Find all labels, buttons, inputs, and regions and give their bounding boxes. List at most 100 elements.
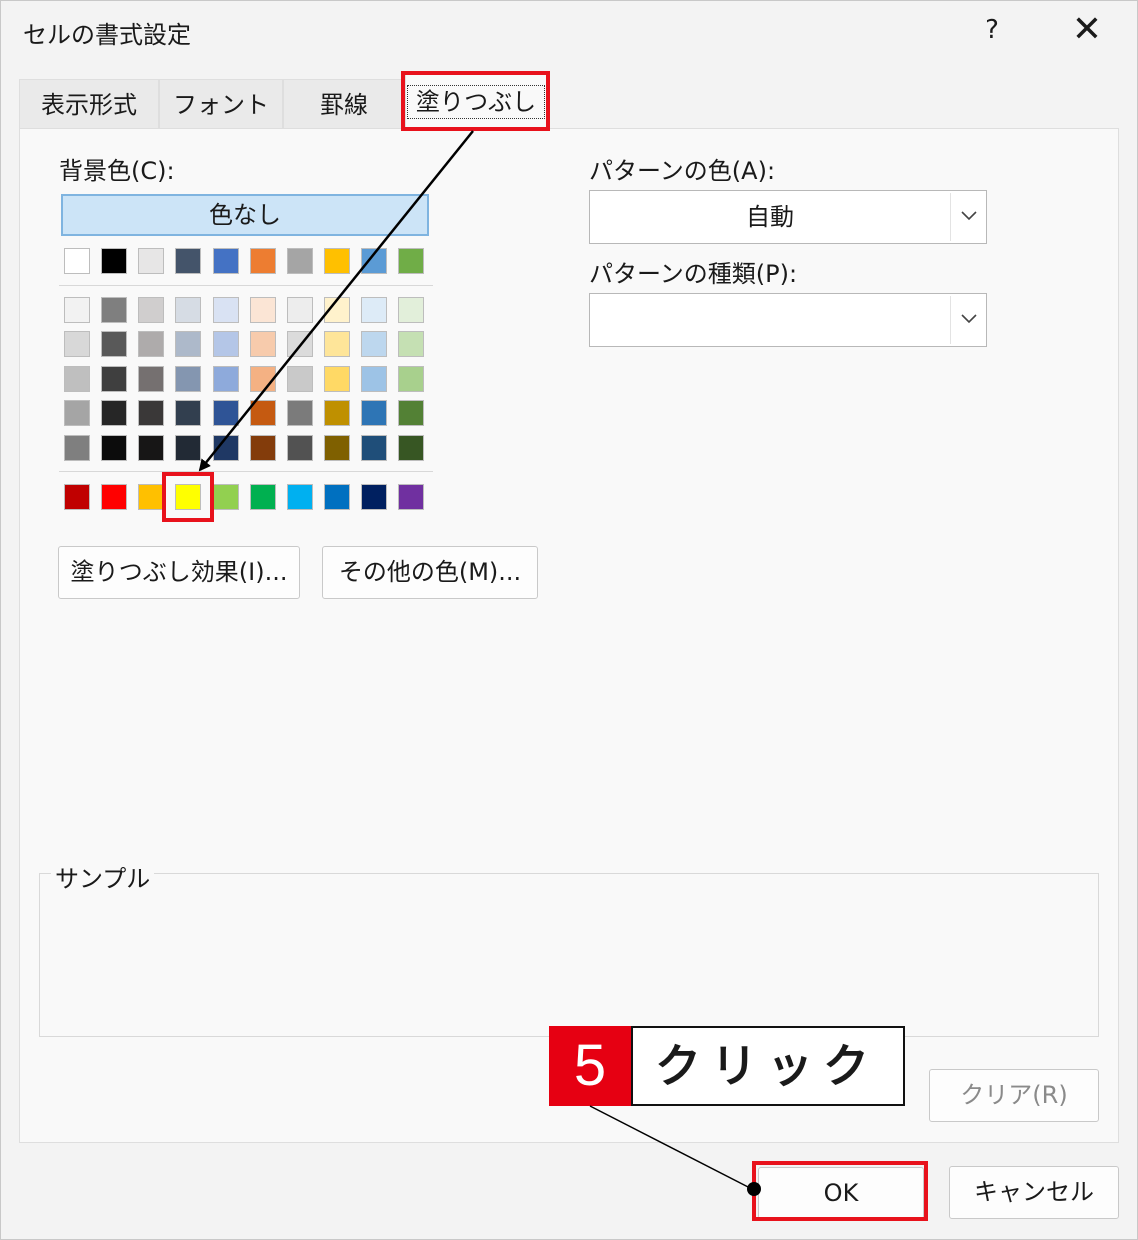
fill-effects-button[interactable]: 塗りつぶし効果(I)...	[58, 546, 300, 599]
fill-tab-highlight	[401, 71, 550, 131]
pattern-style-label: パターンの種類(P):	[589, 260, 798, 288]
theme-tint-swatch[interactable]	[361, 400, 387, 426]
theme-tint-swatch[interactable]	[287, 366, 313, 392]
yellow-swatch-highlight	[162, 472, 214, 522]
theme-tint-swatch[interactable]	[324, 435, 350, 461]
close-button[interactable]: ✕	[1065, 9, 1109, 51]
theme-tint-swatch[interactable]	[64, 400, 90, 426]
help-button[interactable]: ?	[975, 11, 1009, 49]
theme-color-swatch[interactable]	[250, 248, 276, 274]
pattern-color-value: 自動	[746, 203, 794, 231]
theme-tint-swatch[interactable]	[361, 435, 387, 461]
theme-color-swatch[interactable]	[138, 248, 164, 274]
theme-tint-swatch[interactable]	[175, 331, 201, 357]
standard-color-swatch[interactable]	[361, 484, 387, 510]
more-colors-button[interactable]: その他の色(M)...	[322, 546, 538, 599]
theme-tint-swatch[interactable]	[398, 366, 424, 392]
theme-tint-swatch[interactable]	[361, 331, 387, 357]
theme-color-swatch[interactable]	[361, 248, 387, 274]
theme-tint-swatch[interactable]	[213, 366, 239, 392]
theme-tint-swatch[interactable]	[175, 400, 201, 426]
theme-tint-swatch[interactable]	[64, 297, 90, 323]
theme-tint-swatch[interactable]	[101, 297, 127, 323]
theme-color-swatch[interactable]	[64, 248, 90, 274]
theme-tint-swatch[interactable]	[324, 297, 350, 323]
theme-tint-swatch[interactable]	[250, 297, 276, 323]
ok-button-highlight	[752, 1161, 928, 1221]
theme-tint-swatch[interactable]	[398, 331, 424, 357]
pattern-color-dropdown[interactable]: 自動	[589, 190, 987, 244]
dialog-title: セルの書式設定	[23, 21, 191, 49]
theme-tint-swatch[interactable]	[287, 435, 313, 461]
theme-tint-swatch[interactable]	[250, 366, 276, 392]
theme-tint-swatch[interactable]	[101, 435, 127, 461]
sample-preview	[39, 873, 1099, 1037]
standard-color-swatch[interactable]	[324, 484, 350, 510]
pattern-style-value	[590, 294, 950, 346]
tab-border[interactable]: 罫線	[283, 79, 405, 129]
theme-tint-swatch[interactable]	[287, 297, 313, 323]
theme-tint-swatch[interactable]	[398, 435, 424, 461]
theme-color-swatch[interactable]	[324, 248, 350, 274]
pattern-color-label: パターンの色(A):	[589, 157, 776, 185]
theme-tint-swatch[interactable]	[398, 400, 424, 426]
theme-tint-swatch[interactable]	[213, 331, 239, 357]
standard-color-swatch[interactable]	[138, 484, 164, 510]
theme-tint-swatch[interactable]	[361, 366, 387, 392]
pattern-style-dropdown[interactable]	[589, 293, 987, 347]
theme-tint-swatch[interactable]	[138, 297, 164, 323]
theme-tint-swatch[interactable]	[138, 366, 164, 392]
theme-tint-swatch[interactable]	[138, 331, 164, 357]
standard-color-swatch[interactable]	[287, 484, 313, 510]
theme-tint-swatch[interactable]	[138, 400, 164, 426]
theme-tint-swatch[interactable]	[138, 435, 164, 461]
theme-tint-swatch[interactable]	[287, 400, 313, 426]
standard-color-swatch[interactable]	[213, 484, 239, 510]
theme-color-swatch[interactable]	[175, 248, 201, 274]
palette-separator	[59, 285, 433, 286]
theme-tint-swatch[interactable]	[175, 297, 201, 323]
standard-color-swatch[interactable]	[250, 484, 276, 510]
standard-color-swatch[interactable]	[398, 484, 424, 510]
theme-tint-swatch[interactable]	[250, 400, 276, 426]
cancel-button[interactable]: キャンセル	[949, 1166, 1119, 1219]
no-color-button[interactable]: 色なし	[61, 194, 429, 236]
theme-tint-swatch[interactable]	[213, 435, 239, 461]
tab-strip: 表示形式 フォント 罫線 塗りつぶし	[19, 73, 1119, 129]
theme-tint-swatch[interactable]	[287, 331, 313, 357]
theme-tint-swatch[interactable]	[101, 366, 127, 392]
theme-tint-swatch[interactable]	[213, 297, 239, 323]
theme-tint-swatch[interactable]	[213, 400, 239, 426]
standard-color-swatch[interactable]	[64, 484, 90, 510]
theme-tint-swatch[interactable]	[101, 400, 127, 426]
theme-tint-swatch[interactable]	[101, 331, 127, 357]
theme-tint-swatch[interactable]	[250, 435, 276, 461]
title-bar: セルの書式設定 ? ✕	[1, 1, 1138, 59]
tab-font[interactable]: フォント	[159, 79, 283, 129]
chevron-down-icon[interactable]	[950, 193, 986, 241]
theme-tint-swatch[interactable]	[175, 366, 201, 392]
clear-button[interactable]: クリア(R)	[929, 1069, 1099, 1122]
theme-tint-swatch[interactable]	[361, 297, 387, 323]
theme-tint-swatch[interactable]	[64, 366, 90, 392]
theme-tint-swatch[interactable]	[250, 331, 276, 357]
theme-color-swatch[interactable]	[287, 248, 313, 274]
tab-number-format[interactable]: 表示形式	[19, 79, 159, 129]
tab-label: 罫線	[320, 91, 368, 119]
theme-color-swatch[interactable]	[398, 248, 424, 274]
tab-label: フォント	[173, 91, 269, 119]
background-color-label: 背景色(C):	[59, 157, 175, 185]
theme-tint-swatch[interactable]	[324, 331, 350, 357]
theme-color-swatch[interactable]	[213, 248, 239, 274]
theme-tint-swatch[interactable]	[64, 331, 90, 357]
theme-tint-swatch[interactable]	[175, 435, 201, 461]
theme-tint-swatch[interactable]	[324, 366, 350, 392]
palette-separator	[59, 471, 433, 472]
theme-color-swatch[interactable]	[101, 248, 127, 274]
theme-tint-swatch[interactable]	[398, 297, 424, 323]
chevron-down-icon[interactable]	[950, 296, 986, 344]
theme-tint-swatch[interactable]	[324, 400, 350, 426]
step-number-badge: 5	[549, 1026, 631, 1106]
standard-color-swatch[interactable]	[101, 484, 127, 510]
theme-tint-swatch[interactable]	[64, 435, 90, 461]
